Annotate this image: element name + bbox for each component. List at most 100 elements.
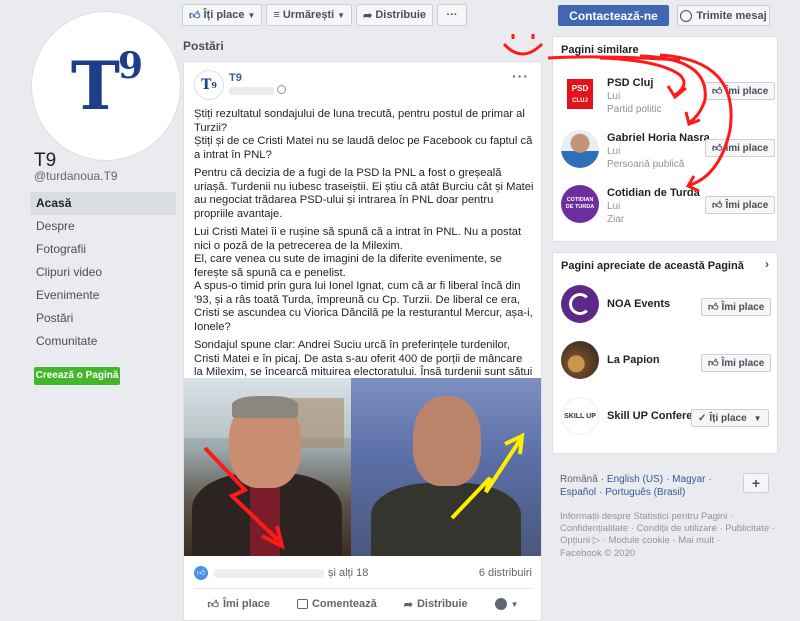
reaction-names <box>214 568 324 578</box>
nav-item-photos[interactable]: Fotografii <box>30 238 176 261</box>
follow-label: Urmărești <box>282 9 335 21</box>
share-page-button[interactable]: ➦ Distribuie <box>356 4 434 26</box>
nav-item-videos[interactable]: Clipuri video <box>30 261 176 284</box>
t9-logo: T9 <box>70 45 143 125</box>
like-post-button[interactable]: 👍︎ Îmi place <box>207 598 270 611</box>
language-link[interactable]: Español <box>560 487 596 498</box>
related-page-liked-by: Lui <box>607 146 621 157</box>
post-author-name[interactable]: T9 <box>229 72 242 84</box>
post-actions: 👍︎ Îmi place Comentează ➦ Distribuie ▼ <box>194 593 532 615</box>
psd-cluj-logo: PSD CLUJ <box>561 75 599 113</box>
nav-item-posts[interactable]: Postări <box>30 307 176 330</box>
nav-item-events[interactable]: Evenimente <box>30 284 176 307</box>
related-page-name[interactable]: PSD Cluj <box>607 77 653 89</box>
cotidian-logo-text: COTIDIAN DE TURDA <box>565 197 595 210</box>
like-page-button[interactable]: 👍︎ Îți place ▼ <box>182 4 263 26</box>
gabriel-avatar <box>561 130 599 168</box>
photo-right <box>351 378 541 556</box>
nav-item-about[interactable]: Despre <box>30 215 176 238</box>
liked-pages-title[interactable]: Pagini apreciate de această Pagină <box>561 260 744 272</box>
thumbs-up-icon: 👍︎ <box>712 200 723 211</box>
thumbs-up-icon: 👍︎ <box>708 302 719 313</box>
share-page-label: Distribuie <box>375 9 427 21</box>
related-like-button[interactable]: 👍︎ Îmi place <box>705 139 776 157</box>
psd-logo-sub: CLUJ <box>572 98 588 104</box>
nav-item-community[interactable]: Comunitate <box>30 330 176 353</box>
share-arrow-icon: ➦ <box>403 598 413 611</box>
add-language-button[interactable]: + <box>743 473 769 493</box>
thumbs-up-icon: 👍︎ <box>207 598 219 611</box>
thumbs-up-icon: 👍︎ <box>189 9 201 22</box>
post-author-avatar[interactable]: T9 <box>194 70 224 100</box>
chevron-down-icon: ▼ <box>753 413 762 423</box>
reaction-selector[interactable]: ▼ <box>494 598 519 610</box>
related-page-name[interactable]: Cotidian de Turda <box>607 187 700 199</box>
related-page-category: Ziar <box>607 214 625 225</box>
post-paragraph: Pentru că decizia de a fugi de la PSD la… <box>194 167 534 220</box>
liked-page-name[interactable]: NOA Events <box>607 298 670 310</box>
related-page-name[interactable]: Gabriel Horia Nasra <box>607 132 710 144</box>
liked-page-name[interactable]: La Papion <box>607 354 660 366</box>
related-like-label: Îmi place <box>725 199 769 211</box>
share-post-button[interactable]: ➦ Distribuie <box>404 598 468 611</box>
liked-like-label: Îmi place <box>721 357 765 369</box>
liked-pages-card: Pagini apreciate de această Pagină › NOA… <box>552 252 778 454</box>
posts-heading: Postări <box>183 39 224 53</box>
post-options-icon[interactable]: ··· <box>512 68 529 84</box>
related-page-category: Persoană publică <box>607 159 685 170</box>
language-list: Română · English (US) · Magyar · Español · P… <box>560 474 712 498</box>
nav-item-home[interactable]: Acasă <box>30 192 176 215</box>
reaction-others[interactable]: și alți 18 <box>328 567 368 579</box>
liked-like-label: Îmi place <box>721 301 765 313</box>
comment-label: Comentează <box>311 598 377 610</box>
related-like-label: Îmi place <box>725 142 769 154</box>
liked-like-button[interactable]: ✓ Îți place ▼ <box>691 409 769 427</box>
post-paragraph: Știți rezultatul sondajului de luna trec… <box>194 108 533 161</box>
page-handle[interactable]: @turdanoua.T9 <box>34 169 118 183</box>
language-link[interactable]: English (US) <box>607 474 663 485</box>
left-column: T9 T9 @turdanoua.T9 Acasă Despre Fotogra… <box>0 0 180 621</box>
page-toolbar: 👍︎ Îți place ▼ ≡ Urmărești ▼ ➦ Distribui… <box>182 4 468 28</box>
footer-links[interactable]: Informații despre Statistici pentru Pagi… <box>560 511 775 547</box>
chevron-right-icon[interactable]: › <box>765 257 769 271</box>
more-options-button[interactable]: ··· <box>437 4 468 26</box>
language-link[interactable]: Română <box>560 474 598 485</box>
language-link[interactable]: Magyar <box>672 474 705 485</box>
related-page-liked-by: Lui <box>607 91 621 102</box>
follow-button[interactable]: ≡ Urmărești ▼ <box>266 4 353 26</box>
thumbs-up-icon: 👍︎ <box>712 143 723 154</box>
like-post-label: Îmi place <box>222 598 271 610</box>
post-body: Știți rezultatul sondajului de luna trec… <box>194 108 534 398</box>
post-image[interactable] <box>184 378 541 556</box>
related-page-liked-by: Lui <box>607 201 621 212</box>
messenger-icon <box>680 9 693 22</box>
footer-copyright: Facebook © 2020 <box>560 548 636 559</box>
send-message-label: Trimite mesaj <box>696 9 767 22</box>
share-post-label: Distribuie <box>416 598 468 610</box>
la-papion-logo <box>561 341 599 379</box>
related-like-button[interactable]: 👍︎ Îmi place <box>705 82 776 100</box>
contact-us-button[interactable]: Contactează-ne <box>558 5 669 26</box>
language-link[interactable]: Português (Brasil) <box>605 487 685 498</box>
cotidian-logo: COTIDIAN DE TURDA <box>561 185 599 223</box>
post-timestamp[interactable] <box>229 87 274 95</box>
create-page-button[interactable]: Creează o Pagină <box>34 367 120 385</box>
like-reaction-icon: 👍︎ <box>194 566 208 580</box>
send-message-button[interactable]: Trimite mesaj <box>677 5 770 26</box>
globe-icon <box>277 85 286 94</box>
skill-up-logo-text: SKILL UP <box>564 412 596 420</box>
liked-like-button[interactable]: 👍︎ Îmi place <box>701 354 772 372</box>
share-count[interactable]: 6 distribuiri <box>479 567 532 579</box>
chevron-down-icon: ▼ <box>337 10 346 20</box>
reactions-bar[interactable]: 👍︎ și alți 18 6 distribuiri <box>194 565 532 581</box>
thumbs-up-icon: 👍︎ <box>712 86 723 97</box>
liked-like-label: Îți place <box>709 412 747 424</box>
page-avatar[interactable]: T9 <box>32 12 180 160</box>
liked-page-name[interactable]: Skill UP Confere... <box>607 410 702 422</box>
thumbs-up-icon: 👍︎ <box>708 358 719 369</box>
comment-button[interactable]: Comentează <box>296 598 377 610</box>
liked-like-button[interactable]: 👍︎ Îmi place <box>701 298 772 316</box>
globe-icon <box>494 598 507 610</box>
photo-left <box>184 378 351 556</box>
related-like-button[interactable]: 👍︎ Îmi place <box>705 196 776 214</box>
